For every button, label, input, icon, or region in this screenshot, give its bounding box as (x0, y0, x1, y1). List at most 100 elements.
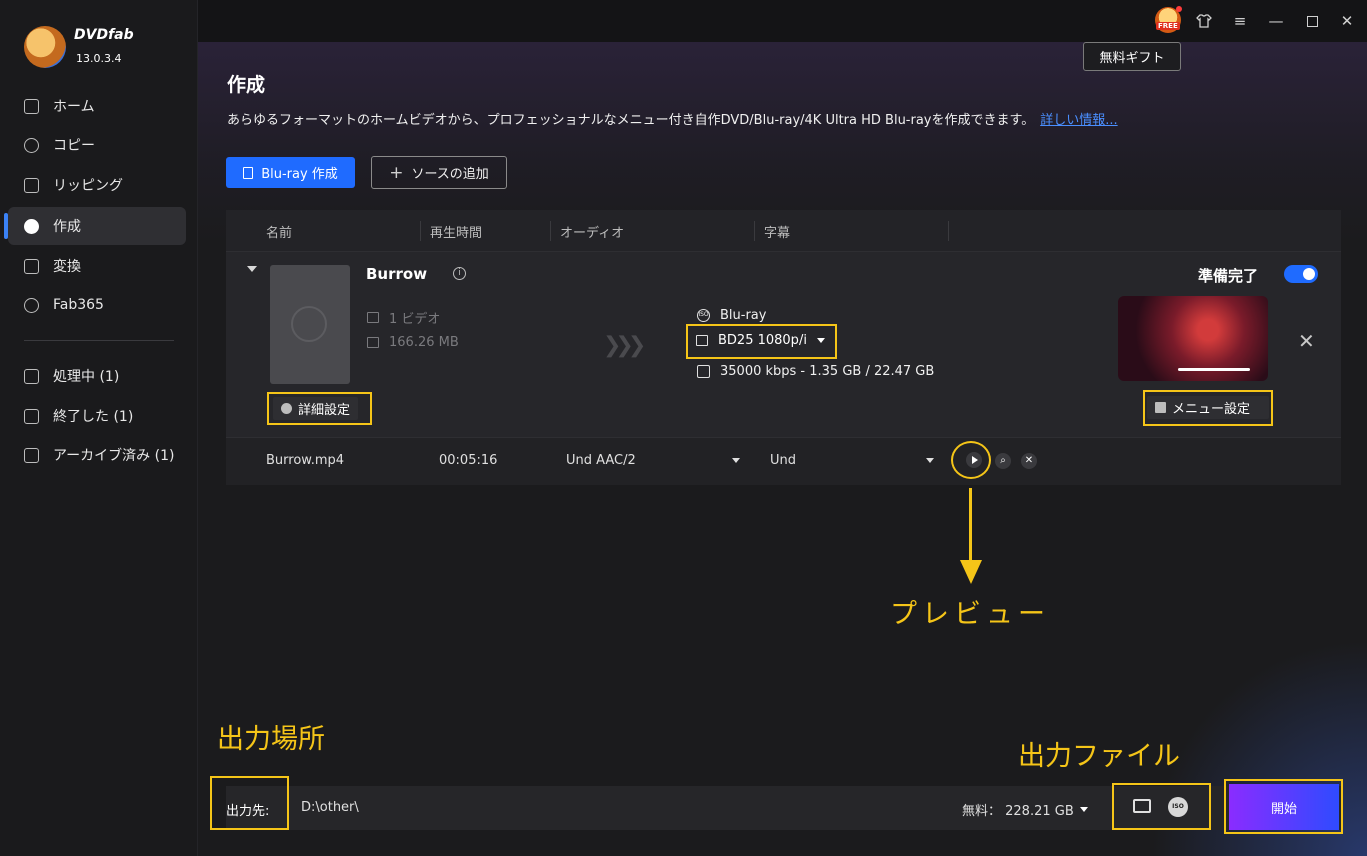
disc-format-icon (696, 335, 708, 346)
sidebar: DVDfab 13.0.3.4 ホーム コピー リッピング 作成 変換 Fab3… (0, 0, 198, 856)
sidebar-divider (24, 340, 174, 341)
app-logo: DVDfab 13.0.3.4 (24, 26, 194, 70)
bluray-create-button[interactable]: Blu-ray 作成 (226, 157, 355, 188)
sidebar-item-label: 変換 (53, 259, 81, 275)
column-separator (948, 221, 949, 241)
menu-preview-bar (1178, 368, 1250, 371)
annotation-arrow-head (960, 560, 982, 584)
shirt-skin-icon[interactable] (1193, 10, 1215, 32)
close-icon[interactable]: ✕ (1336, 10, 1358, 32)
add-source-label: ソースの追加 (411, 167, 489, 182)
sidebar-item-label: Fab365 (53, 297, 104, 313)
subtitle-select[interactable]: Und (770, 453, 940, 468)
app-version: 13.0.3.4 (76, 52, 122, 65)
page-title: 作成 (227, 74, 266, 96)
sidebar-item-home[interactable]: ホーム (8, 87, 186, 125)
title-name: Burrow (366, 265, 428, 283)
minimize-icon[interactable]: — (1265, 10, 1287, 32)
ready-toggle[interactable] (1284, 265, 1318, 283)
sidebar-item-label: 処理中 (1) (53, 369, 120, 385)
add-source-button[interactable]: + ソースの追加 (371, 156, 507, 189)
sidebar-item-finished[interactable]: 終了した (1) (8, 397, 186, 435)
disc-iso-icon: ISO (697, 309, 710, 322)
chevron-down-icon[interactable] (926, 458, 934, 463)
title-bar (198, 0, 1367, 42)
output-path-input[interactable]: D:\other\ (301, 800, 359, 815)
column-header-audio[interactable]: オーディオ (560, 222, 624, 241)
settings-icon (281, 403, 292, 414)
size-icon (367, 337, 379, 348)
column-separator (550, 221, 551, 241)
video-count-text: 1 ビデオ (389, 312, 441, 327)
sidebar-item-processing[interactable]: 処理中 (1) (8, 357, 186, 395)
maximize-icon[interactable] (1301, 10, 1323, 32)
notification-dot (1176, 6, 1182, 12)
column-header-name[interactable]: 名前 (266, 222, 292, 241)
sidebar-item-copy[interactable]: コピー (8, 126, 186, 164)
info-icon[interactable]: i (453, 267, 466, 280)
sidebar-item-label: 終了した (1) (53, 409, 134, 425)
chevron-down-icon (816, 338, 825, 343)
page-description-text: あらゆるフォーマットのホームビデオから、プロフェッショナルなメニュー付き自作DV… (227, 113, 1035, 128)
collapse-arrow-icon[interactable] (247, 266, 257, 272)
remove-title-icon[interactable]: ✕ (1298, 329, 1315, 353)
sidebar-item-archived[interactable]: アーカイブ済み (1) (8, 436, 186, 474)
column-separator (420, 221, 421, 241)
copy-icon (24, 137, 39, 153)
annotation-preview: プレビュー (890, 599, 1050, 630)
column-header-subtitle[interactable]: 字幕 (764, 222, 790, 241)
app-name: DVDfab (74, 27, 134, 43)
audio-select[interactable]: Und AAC/2 (566, 453, 746, 468)
menu-icon[interactable]: ≡ (1229, 10, 1251, 32)
sidebar-item-convert[interactable]: 変換 (8, 247, 186, 285)
iso-icon[interactable]: ISO (1168, 797, 1188, 817)
archive-icon (24, 447, 39, 463)
column-header-duration[interactable]: 再生時間 (430, 222, 482, 241)
more-info-link[interactable]: 詳しい情報... (1040, 113, 1117, 128)
search-icon[interactable]: ⌕ (995, 453, 1011, 469)
sidebar-item-label: アーカイブ済み (1) (53, 448, 175, 464)
bluray-create-label: Blu-ray 作成 (261, 167, 338, 182)
advanced-settings-button[interactable]: 詳細設定 (267, 392, 372, 425)
chevron-down-icon (1079, 807, 1088, 812)
sidebar-item-ripping[interactable]: リッピング (8, 166, 186, 204)
home-icon (24, 98, 39, 114)
free-badge: FREE (1156, 22, 1180, 30)
file-duration: 00:05:16 (439, 453, 498, 468)
ripping-icon (24, 177, 39, 193)
dvdfab-logo-icon (24, 26, 66, 68)
format-select[interactable]: BD25 1080p/i (686, 324, 837, 359)
menu-settings-button[interactable]: メニュー設定 (1143, 390, 1273, 426)
annotation-output-file: 出力ファイル (1018, 741, 1180, 772)
source-size-text: 166.26 MB (389, 335, 459, 350)
output-type: ISO Blu-ray (697, 308, 766, 323)
video-count: 1 ビデオ (367, 308, 440, 327)
sidebar-item-label: ホーム (53, 99, 95, 115)
placeholder-video-icon (291, 306, 327, 342)
finished-icon (24, 408, 39, 424)
menu-icon (1155, 402, 1166, 413)
annotation-arrow (969, 488, 972, 560)
free-space[interactable]: 無料： 228.21 GB (962, 800, 1088, 819)
chevron-down-icon[interactable] (732, 458, 740, 463)
format-select-value: BD25 1080p/i (718, 333, 807, 348)
sidebar-item-create[interactable]: 作成 (4, 207, 186, 245)
bitrate-icon (697, 365, 710, 378)
file-name: Burrow.mp4 (266, 453, 345, 468)
output-type-text: Blu-ray (720, 308, 767, 323)
start-button[interactable]: 開始 (1229, 784, 1339, 830)
column-separator (754, 221, 755, 241)
sidebar-item-fab365[interactable]: Fab365 (8, 286, 186, 324)
bitrate-info-text: 35000 kbps - 1.35 GB / 22.47 GB (720, 364, 935, 379)
convert-icon (24, 258, 39, 274)
source-size: 166.26 MB (367, 335, 459, 350)
ready-label: 準備完了 (1198, 267, 1259, 285)
gift-tooltip: 無料ギフト (1083, 42, 1181, 71)
folder-icon[interactable] (1133, 799, 1151, 813)
fab365-icon (24, 297, 39, 313)
bitrate-info: 35000 kbps - 1.35 GB / 22.47 GB (697, 364, 934, 379)
create-icon (24, 218, 39, 234)
sidebar-item-label: リッピング (53, 178, 123, 194)
play-preview-icon[interactable] (966, 452, 982, 468)
delete-file-icon[interactable]: ✕ (1021, 453, 1037, 469)
